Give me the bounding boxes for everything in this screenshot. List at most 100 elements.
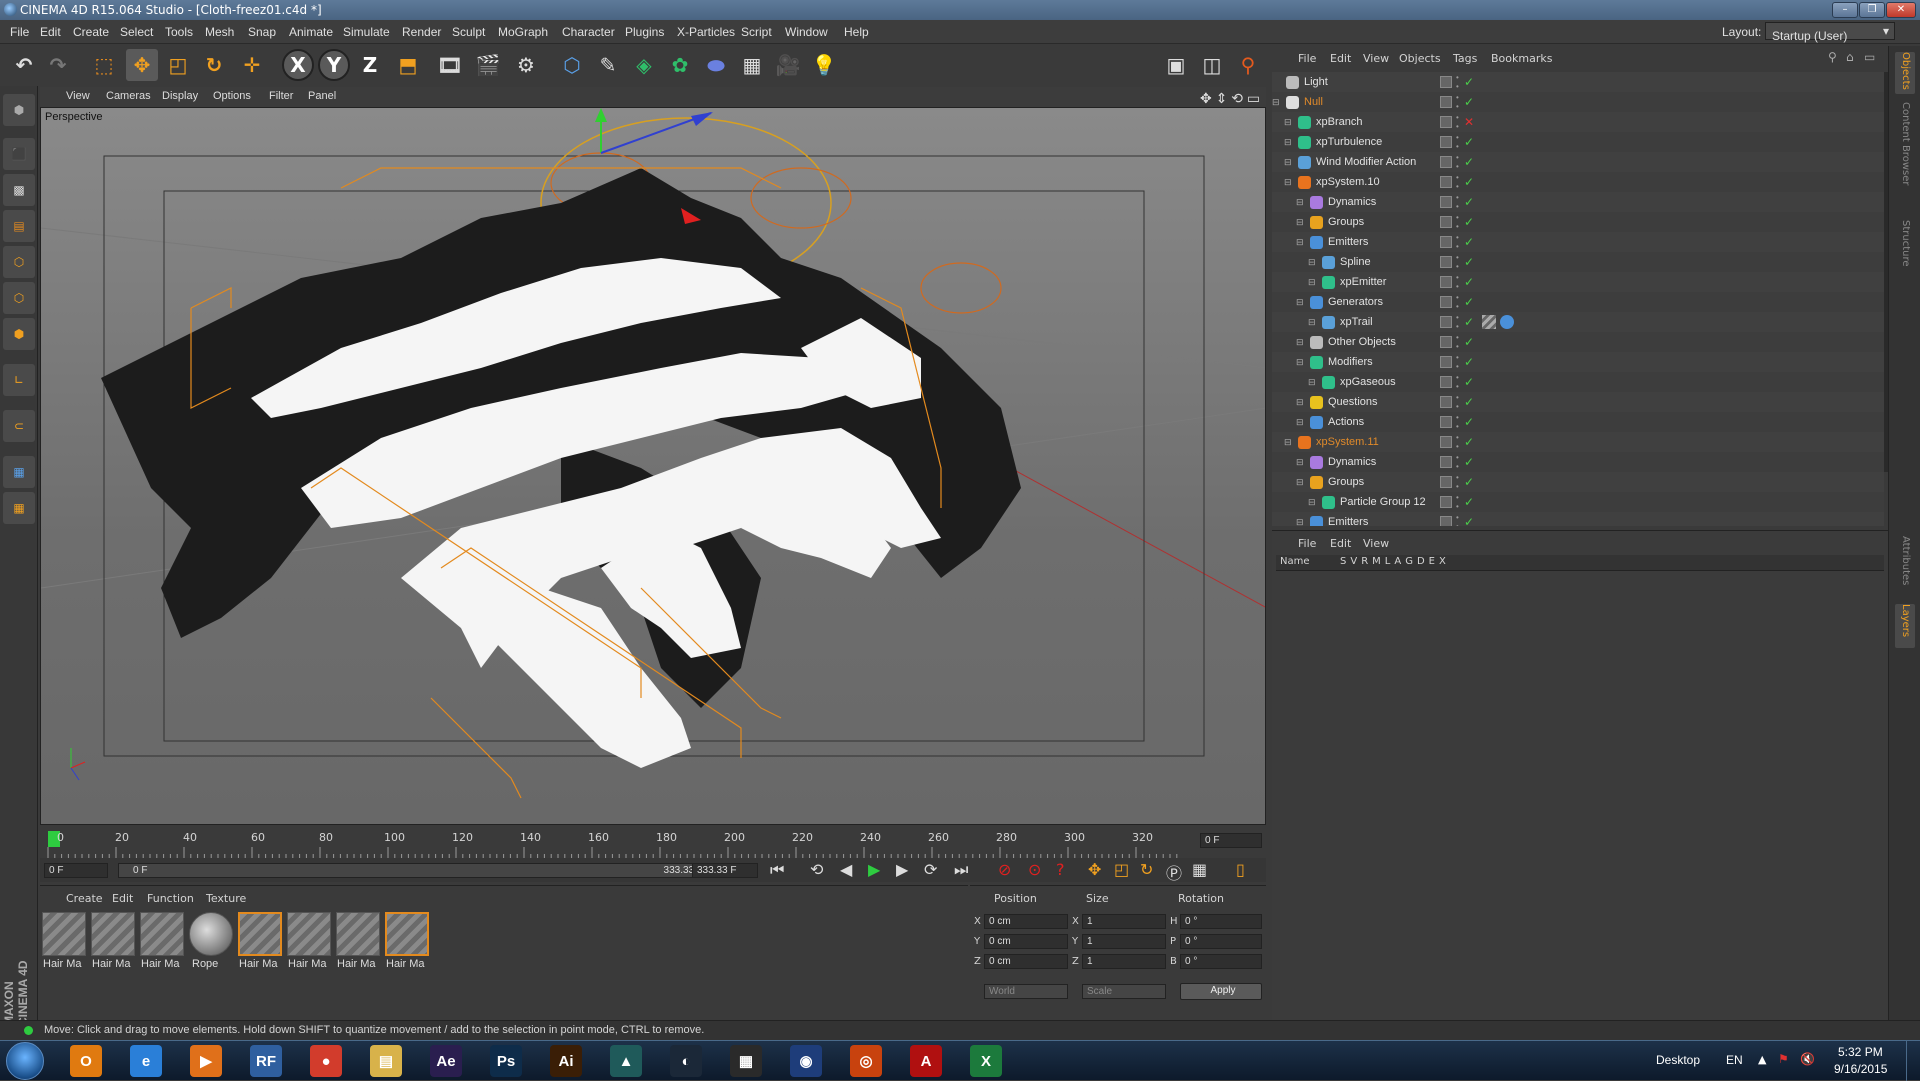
- interactive-render-icon[interactable]: ▣: [1160, 49, 1192, 81]
- model-mode-icon[interactable]: ⬛: [3, 138, 35, 170]
- expand-toggle-icon[interactable]: ⊟: [1308, 312, 1316, 332]
- edges-mode-icon[interactable]: ⬡: [3, 282, 35, 314]
- x-axis-lock-button[interactable]: X: [282, 49, 314, 81]
- search-icon[interactable]: ⚲: [1828, 50, 1837, 64]
- transform-tool-icon[interactable]: ✛: [236, 49, 268, 81]
- taskbar-app-houdini[interactable]: ◎: [840, 1043, 892, 1079]
- close-button[interactable]: ✕: [1886, 2, 1916, 18]
- start-frame-field[interactable]: 0 F: [44, 863, 108, 878]
- object-row[interactable]: ⊟ Other Objects • • ✓: [1272, 332, 1884, 352]
- object-name[interactable]: Dynamics: [1328, 452, 1376, 472]
- object-name[interactable]: xpGaseous: [1340, 372, 1396, 392]
- expand-toggle-icon[interactable]: ⊟: [1296, 452, 1304, 472]
- layer-flag-m[interactable]: M: [1372, 556, 1382, 567]
- coordinate-space-dropdown[interactable]: World: [984, 984, 1068, 999]
- desktop-toolbar[interactable]: Desktop: [1656, 1053, 1700, 1067]
- material-menu-function[interactable]: Function: [147, 892, 194, 905]
- layer-menu-view[interactable]: View: [1363, 537, 1389, 550]
- object-visibility-flags[interactable]: ••✓: [1440, 212, 1640, 232]
- perspective-viewport[interactable]: Perspective: [40, 107, 1266, 825]
- expand-toggle-icon[interactable]: ⊟: [1308, 372, 1316, 392]
- object-name[interactable]: Spline: [1340, 252, 1371, 272]
- key-parameter-icon[interactable]: Ⓟ: [1166, 860, 1182, 884]
- object-name[interactable]: Modifiers: [1328, 352, 1373, 372]
- object-row[interactable]: ⊟ xpGaseous • • ✓: [1272, 372, 1884, 392]
- workplane-icon[interactable]: ▤: [3, 210, 35, 242]
- object-row[interactable]: ⊟ Dynamics • • ✓: [1272, 452, 1884, 472]
- object-row[interactable]: ⊟ Null • • ✓: [1272, 92, 1884, 112]
- points-mode-icon[interactable]: ⬡: [3, 246, 35, 278]
- object-visibility-flags[interactable]: ••✓: [1440, 292, 1640, 312]
- array-icon[interactable]: ✿: [664, 49, 696, 81]
- redo-button[interactable]: ↷: [42, 49, 74, 81]
- menu-plugins[interactable]: Plugins: [625, 25, 664, 39]
- object-visibility-flags[interactable]: ••✓: [1440, 92, 1640, 112]
- frame-range-slider[interactable]: 0 F 333.33 F: [118, 863, 722, 878]
- taskbar-app-illustrator[interactable]: Ai: [540, 1043, 592, 1079]
- object-name[interactable]: xpTurbulence: [1316, 132, 1382, 152]
- menu-edit[interactable]: Edit: [40, 25, 61, 39]
- object-row[interactable]: ⊟ Actions • • ✓: [1272, 412, 1884, 432]
- expand-toggle-icon[interactable]: ⊟: [1296, 332, 1304, 352]
- expand-toggle-icon[interactable]: ⊟: [1296, 412, 1304, 432]
- expand-toggle-icon[interactable]: ⊟: [1296, 352, 1304, 372]
- size-y-field[interactable]: 1: [1082, 934, 1166, 949]
- object-name[interactable]: Light: [1304, 72, 1328, 92]
- viewport-navigation-icons[interactable]: ✥ ⇕ ⟲ ▭: [1200, 90, 1260, 107]
- next-frame-icon[interactable]: ▶: [896, 860, 908, 879]
- object-visibility-flags[interactable]: ••✓: [1440, 232, 1640, 252]
- material-swatch[interactable]: [42, 912, 86, 956]
- object-visibility-flags[interactable]: ••✓: [1440, 452, 1640, 472]
- object-name[interactable]: Null: [1304, 92, 1323, 112]
- object-row[interactable]: ⊟ Modifiers • • ✓: [1272, 352, 1884, 372]
- layer-flag-l[interactable]: L: [1385, 556, 1392, 567]
- object-visibility-flags[interactable]: ••✓: [1440, 132, 1640, 152]
- object-name[interactable]: Groups: [1328, 472, 1364, 492]
- object-name[interactable]: Wind Modifier Action: [1316, 152, 1416, 172]
- layer-flag-e[interactable]: E: [1429, 556, 1436, 567]
- object-row[interactable]: ⊟ Spline • • ✓: [1272, 252, 1884, 272]
- object-name[interactable]: Emitters: [1328, 512, 1368, 526]
- apply-button[interactable]: Apply: [1180, 983, 1262, 1000]
- taskbar-app-excel[interactable]: X: [960, 1043, 1012, 1079]
- object-row[interactable]: ⊟ xpSystem.11 • • ✓: [1272, 432, 1884, 452]
- tab-attributes[interactable]: Attributes: [1895, 536, 1915, 596]
- search-zoom-icon[interactable]: ⚲: [1232, 49, 1264, 81]
- snap-grid-icon[interactable]: ▦: [3, 456, 35, 488]
- object-name[interactable]: xpTrail: [1340, 312, 1373, 332]
- key-rotation-icon[interactable]: ↻: [1140, 860, 1153, 879]
- layer-flag-s[interactable]: S: [1340, 556, 1347, 567]
- show-hidden-icons-icon[interactable]: ▲: [1758, 1053, 1766, 1066]
- key-scale-icon[interactable]: ◰: [1114, 860, 1129, 879]
- texture-mode-icon[interactable]: ▩: [3, 174, 35, 206]
- layer-flag-x[interactable]: X: [1439, 556, 1447, 567]
- z-axis-lock-button[interactable]: Z: [354, 49, 386, 81]
- object-name[interactable]: Dynamics: [1328, 192, 1376, 212]
- object-visibility-flags[interactable]: ••✓: [1440, 312, 1640, 332]
- taskbar-app-steam[interactable]: ◐: [660, 1043, 712, 1079]
- undo-button[interactable]: ↶: [8, 49, 40, 81]
- end-frame-field[interactable]: 333.33 F: [692, 863, 758, 878]
- taskbar-app-media-player[interactable]: ▶: [180, 1043, 232, 1079]
- expand-toggle-icon[interactable]: ⊟: [1296, 512, 1304, 526]
- taskbar-app-tool[interactable]: ▦: [720, 1043, 772, 1079]
- rotate-tool-icon[interactable]: ↻: [198, 49, 230, 81]
- object-row[interactable]: ⊟ Questions • • ✓: [1272, 392, 1884, 412]
- light-bulb-icon[interactable]: 💡: [808, 49, 840, 81]
- position-z-field[interactable]: 0 cm: [984, 954, 1068, 969]
- expand-toggle-icon[interactable]: ⊟: [1284, 432, 1292, 452]
- object-row[interactable]: ⊟ Dynamics • • ✓: [1272, 192, 1884, 212]
- object-visibility-flags[interactable]: ••✓: [1440, 72, 1640, 92]
- size-mode-dropdown[interactable]: Scale: [1082, 984, 1166, 999]
- expand-toggle-icon[interactable]: ⊟: [1284, 132, 1292, 152]
- move-tool-button[interactable]: ✥: [126, 49, 158, 81]
- object-name[interactable]: xpSystem.11: [1316, 432, 1379, 452]
- object-row[interactable]: ⊟ Emitters ••✓: [1272, 232, 1884, 252]
- material-swatch[interactable]: [140, 912, 184, 956]
- menu-simulate[interactable]: Simulate: [343, 25, 390, 39]
- object-visibility-flags[interactable]: ••✓: [1440, 432, 1640, 452]
- material-swatch-selected[interactable]: [238, 912, 282, 956]
- menu-select[interactable]: Select: [120, 25, 153, 39]
- object-visibility-flags[interactable]: ••✓: [1440, 192, 1640, 212]
- menu-animate[interactable]: Animate: [289, 25, 333, 39]
